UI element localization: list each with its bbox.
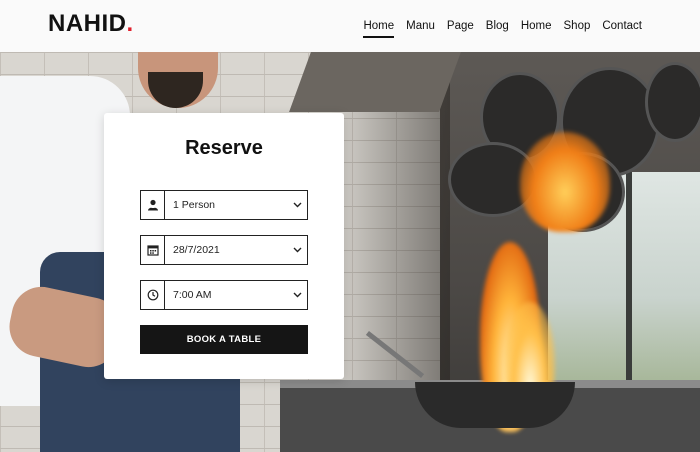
brand-logo[interactable]: NAHID.: [48, 10, 134, 38]
nav-item-home-2[interactable]: Home: [521, 20, 552, 38]
main-nav: Home Manu Page Blog Home Shop Contact: [363, 20, 642, 38]
clock-icon: [141, 281, 165, 309]
nav-item-blog[interactable]: Blog: [486, 20, 509, 38]
date-value: 28/7/2021: [173, 244, 220, 256]
hanging-pan: [645, 62, 700, 142]
calendar-icon: [141, 236, 165, 264]
flame: [520, 132, 610, 232]
chevron-down-icon: [287, 292, 307, 298]
frying-pan: [415, 382, 575, 428]
chevron-down-icon: [287, 202, 307, 208]
brand-name: NAHID: [48, 10, 127, 37]
reserve-card: Reserve 1 Person 28/7/2021 7:00 AM BOOK …: [104, 113, 344, 379]
nav-item-page[interactable]: Page: [447, 20, 474, 38]
reserve-title: Reserve: [185, 137, 263, 159]
brand-accent-dot: .: [126, 10, 134, 37]
nav-item-manu[interactable]: Manu: [406, 20, 435, 38]
nav-item-shop[interactable]: Shop: [564, 20, 591, 38]
nav-item-contact[interactable]: Contact: [602, 20, 642, 38]
person-select[interactable]: 1 Person: [140, 190, 308, 220]
person-value: 1 Person: [173, 199, 216, 211]
time-select[interactable]: 7:00 AM: [140, 280, 308, 310]
person-icon: [141, 191, 165, 219]
nav-item-home[interactable]: Home: [363, 20, 394, 38]
chevron-down-icon: [287, 247, 307, 253]
site-header: NAHID. Home Manu Page Blog Home Shop Con…: [0, 0, 700, 52]
date-select[interactable]: 28/7/2021: [140, 235, 308, 265]
time-value: 7:00 AM: [173, 289, 212, 301]
range-hood: [289, 52, 461, 112]
book-table-button[interactable]: BOOK A TABLE: [140, 325, 308, 354]
